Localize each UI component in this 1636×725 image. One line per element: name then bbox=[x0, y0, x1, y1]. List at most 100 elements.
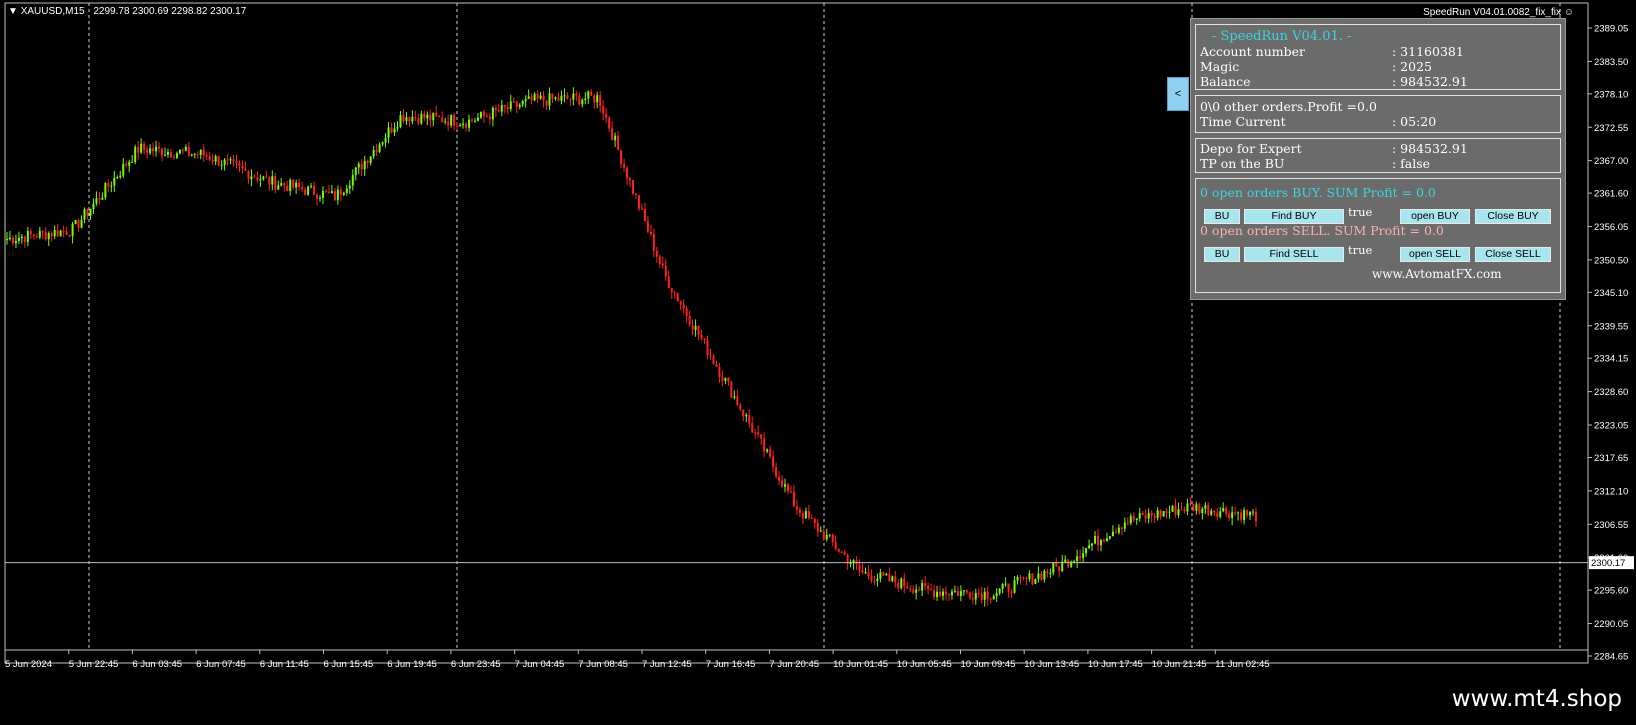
candle-body bbox=[965, 590, 968, 593]
candle-body bbox=[155, 146, 158, 152]
candle-body bbox=[623, 164, 626, 168]
candle-body bbox=[786, 484, 789, 492]
candle-body bbox=[330, 190, 333, 194]
candle-body bbox=[1123, 522, 1126, 529]
candle-body bbox=[775, 467, 778, 477]
candle-body bbox=[590, 91, 593, 96]
candle-body bbox=[813, 518, 816, 523]
find-sell-button[interactable]: Find SELL bbox=[1244, 247, 1344, 262]
candle-body bbox=[971, 598, 974, 600]
candle-body bbox=[825, 534, 828, 540]
candle-body bbox=[193, 153, 196, 155]
candle-body bbox=[894, 576, 897, 583]
candle-body bbox=[1204, 505, 1207, 509]
candle-body bbox=[709, 355, 712, 357]
candle-body bbox=[158, 146, 161, 149]
candle-body bbox=[1132, 515, 1135, 520]
panel-collapse-button[interactable]: < bbox=[1167, 77, 1189, 111]
candle-body bbox=[50, 233, 53, 237]
candle-body bbox=[387, 127, 390, 138]
candle-body bbox=[372, 149, 375, 157]
candle-body bbox=[226, 159, 229, 161]
sell-summary: 0 open orders SELL. SUM Profit = 0.0 bbox=[1200, 223, 1444, 238]
time-tick-label: 7 Jun 12:45 bbox=[642, 659, 692, 670]
candle-body bbox=[122, 163, 125, 176]
candle-body bbox=[104, 183, 107, 198]
candle-body bbox=[283, 183, 286, 186]
candle-body bbox=[128, 162, 131, 166]
candle-body bbox=[822, 530, 825, 540]
candle-body bbox=[152, 148, 155, 152]
candle-body bbox=[1255, 511, 1257, 522]
candle-body bbox=[500, 105, 503, 112]
bu-buy-button[interactable]: BU bbox=[1204, 209, 1240, 224]
candle-body bbox=[503, 105, 506, 108]
candle-body bbox=[521, 101, 524, 105]
time-tick-label: 7 Jun 16:45 bbox=[706, 659, 756, 670]
candle-body bbox=[748, 414, 751, 424]
balance-label: Balance bbox=[1200, 74, 1251, 89]
candle-body bbox=[1195, 504, 1198, 511]
chart-menu-icon[interactable]: ▼ bbox=[8, 6, 18, 17]
candle-body bbox=[712, 356, 715, 364]
candle-body bbox=[1174, 505, 1177, 516]
open-buy-button[interactable]: open BUY bbox=[1400, 209, 1470, 224]
candle-body bbox=[1085, 547, 1088, 554]
candle-body bbox=[849, 563, 852, 565]
candle-body bbox=[912, 589, 915, 593]
candle-body bbox=[1019, 577, 1022, 579]
candle-body bbox=[107, 183, 110, 187]
candle-body bbox=[1150, 512, 1153, 516]
candle-body bbox=[509, 101, 512, 110]
find-buy-button[interactable]: Find BUY bbox=[1244, 209, 1344, 224]
website-link[interactable]: www.AvtomatFX.com bbox=[1372, 267, 1502, 282]
candle-body bbox=[569, 98, 572, 100]
close-buy-button[interactable]: Close BUY bbox=[1475, 209, 1551, 224]
candle-body bbox=[1246, 510, 1249, 516]
candle-body bbox=[286, 185, 289, 192]
candle-body bbox=[572, 93, 575, 100]
candle-body bbox=[280, 183, 283, 186]
candle-body bbox=[772, 456, 775, 468]
account-number-value: : 31160381 bbox=[1392, 44, 1464, 59]
candle-body bbox=[789, 491, 792, 493]
open-sell-button[interactable]: open SELL bbox=[1400, 247, 1470, 262]
candle-body bbox=[468, 119, 471, 128]
candle-body bbox=[208, 156, 211, 161]
candle-body bbox=[38, 230, 41, 238]
candle-body bbox=[608, 117, 611, 129]
candle-body bbox=[939, 591, 942, 596]
candle-body bbox=[1138, 512, 1141, 519]
candle-body bbox=[363, 160, 366, 170]
candle-body bbox=[688, 315, 691, 326]
candle-body bbox=[229, 159, 232, 161]
candle-body bbox=[429, 114, 432, 121]
candle-body bbox=[47, 233, 50, 240]
candle-body bbox=[277, 185, 280, 190]
candle-body bbox=[232, 159, 235, 162]
ea-status: SpeedRun V04.01.0082_fix_fix ☺ bbox=[1423, 7, 1574, 18]
candle-body bbox=[262, 176, 265, 180]
candle-body bbox=[29, 230, 32, 235]
candle-body bbox=[125, 163, 128, 166]
candle-body bbox=[843, 551, 846, 555]
candle-body bbox=[166, 151, 169, 155]
candle-body bbox=[700, 334, 703, 339]
candle-body bbox=[360, 163, 363, 170]
candle-body bbox=[256, 177, 259, 181]
candle-body bbox=[238, 163, 241, 166]
candle-body bbox=[1210, 510, 1213, 515]
candle-body bbox=[1028, 573, 1031, 580]
candle-body bbox=[834, 542, 837, 549]
candle-body bbox=[1216, 512, 1219, 517]
close-sell-button[interactable]: Close SELL bbox=[1475, 247, 1551, 262]
candle-body bbox=[807, 511, 810, 519]
candle-body bbox=[1052, 562, 1055, 573]
candle-body bbox=[6, 238, 8, 240]
candle-body bbox=[903, 578, 906, 587]
candle-body bbox=[518, 104, 521, 107]
price-tick-label: 2306.55 bbox=[1594, 520, 1628, 531]
candle-body bbox=[8, 237, 11, 239]
bu-sell-button[interactable]: BU bbox=[1204, 247, 1240, 262]
candle-body bbox=[956, 591, 959, 596]
